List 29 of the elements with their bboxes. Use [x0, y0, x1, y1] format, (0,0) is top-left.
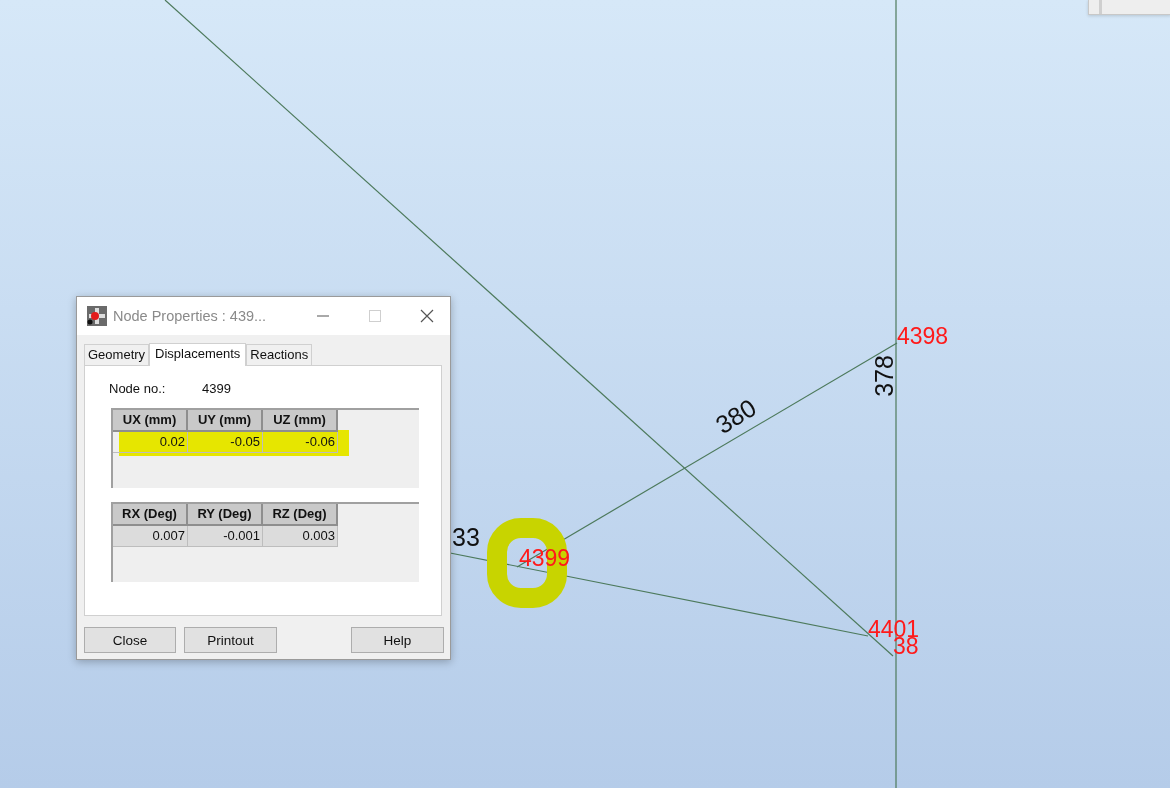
dialog-button[interactable]: Printout [184, 627, 277, 653]
column-header: RZ (Deg) [263, 504, 338, 526]
close-icon[interactable] [420, 309, 434, 323]
column-header: UX (mm) [113, 410, 188, 432]
member-label: 378 [869, 355, 898, 397]
tab[interactable]: Reactions [246, 344, 313, 365]
tab[interactable]: Geometry [84, 344, 150, 365]
node-number-value: 4399 [202, 381, 231, 396]
member-label: 380 [710, 393, 761, 439]
node-label: 4398 [897, 323, 949, 349]
column-header: RX (Deg) [113, 504, 188, 526]
maximize-icon[interactable] [369, 310, 381, 322]
table-cell: -0.06 [263, 432, 338, 453]
dialog-button[interactable]: Close [84, 627, 176, 653]
app-icon [87, 306, 107, 326]
table-cell: -0.001 [188, 526, 263, 547]
column-header: RY (Deg) [188, 504, 263, 526]
tab[interactable]: Displacements [149, 343, 247, 366]
column-header: UY (mm) [188, 410, 263, 432]
member-label: 33 [452, 522, 480, 551]
window-title: Node Properties : 439... [113, 308, 268, 324]
table-cell: 0.003 [263, 526, 338, 547]
dialog-button[interactable]: Help [351, 627, 444, 653]
table-cell: 0.02 [113, 432, 188, 453]
node-number-label: Node no.: [109, 381, 167, 396]
table-cell: -0.05 [188, 432, 263, 453]
column-header: UZ (mm) [263, 410, 338, 432]
table-cell: 0.007 [113, 526, 188, 547]
minimize-icon[interactable] [317, 315, 329, 317]
